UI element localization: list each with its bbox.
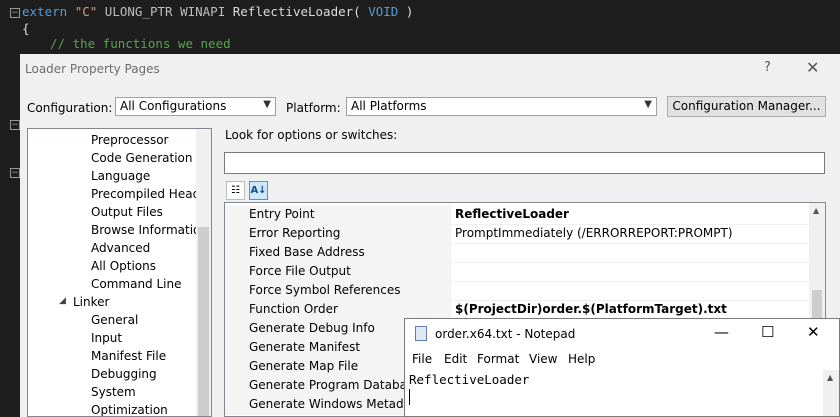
property-row-function-order[interactable]: Function Order $(ProjectDir)order.$(Plat… — [225, 300, 809, 320]
string-token: "C" — [74, 4, 98, 19]
property-name: Function Order — [249, 302, 338, 316]
sort-alphabetical-icon[interactable]: A↓ — [249, 181, 268, 200]
code-line-1: extern "C" ULONG_PTR WINAPI ReflectiveLo… — [22, 4, 413, 19]
tree-item-linker-input[interactable]: Input — [91, 331, 122, 345]
property-name: Generate Map File — [249, 359, 359, 373]
property-row-force-symbol-references[interactable]: Force Symbol References — [225, 281, 809, 301]
menu-format[interactable]: Format — [477, 352, 519, 366]
notepad-icon — [415, 326, 427, 341]
scroll-up-icon[interactable]: ▲ — [813, 206, 819, 215]
property-row-entry-point[interactable]: Entry Point ReflectiveLoader — [225, 205, 809, 225]
platform-label: Platform: — [286, 101, 341, 115]
tree-item-optimization[interactable]: Optimization — [91, 403, 168, 416]
fold-toggle-icon[interactable]: − — [10, 168, 20, 178]
type-token: ULONG_PTR — [104, 4, 173, 19]
property-value[interactable]: PromptImmediately (/ERRORREPORT:PROMPT) — [455, 224, 733, 243]
property-name: Generate Debug Info — [249, 321, 375, 335]
search-label: Look for options or switches: — [225, 128, 398, 142]
tree-item-preprocessor[interactable]: Preprocessor — [91, 133, 168, 147]
property-name-cell: Entry Point — [225, 205, 451, 224]
property-name-cell: Force File Output — [225, 262, 451, 281]
code-line-2: { — [22, 21, 30, 36]
menu-help[interactable]: Help — [568, 352, 595, 366]
configuration-manager-button[interactable]: Configuration Manager... — [667, 96, 826, 117]
close-icon[interactable]: ✕ — [807, 323, 820, 341]
menu-view[interactable]: View — [529, 352, 557, 366]
property-name: Fixed Base Address — [249, 245, 365, 259]
paren-token: ) — [405, 4, 414, 19]
grid-scrollbar-thumb[interactable] — [812, 290, 822, 321]
property-row-force-file-output[interactable]: Force File Output — [225, 262, 809, 282]
tree-item-all-options[interactable]: All Options — [91, 259, 156, 273]
tree-item-debugging[interactable]: Debugging — [91, 367, 157, 381]
property-name-cell: Force Symbol References — [225, 281, 451, 300]
tree-item-language[interactable]: Language — [91, 169, 150, 183]
property-name: Entry Point — [249, 207, 315, 221]
minimize-icon[interactable]: — — [714, 323, 729, 341]
code-editor[interactable]: extern "C" ULONG_PTR WINAPI ReflectiveLo… — [0, 0, 840, 60]
configuration-value: All Configurations — [120, 99, 227, 113]
property-tree[interactable]: Preprocessor Code Generation Language Pr… — [27, 128, 212, 417]
property-name-cell: Fixed Base Address — [225, 243, 451, 262]
tree-item-manifest-file[interactable]: Manifest File — [91, 349, 166, 363]
expand-arrow-icon[interactable]: ◢ — [59, 296, 66, 306]
dialog-title: Loader Property Pages — [25, 62, 160, 76]
fold-toggle-icon[interactable]: − — [10, 8, 20, 18]
text-caret — [409, 389, 410, 405]
notepad-title: order.x64.txt - Notepad — [435, 327, 576, 341]
tree-scrollbar-thumb[interactable] — [198, 227, 209, 416]
tree-scrollbar[interactable] — [196, 129, 211, 416]
notepad-text-area[interactable]: ReflectiveLoader — [409, 372, 529, 387]
tree-item-code-generation[interactable]: Code Generation — [91, 151, 192, 165]
keyword-token: extern — [22, 4, 68, 19]
platform-select[interactable]: All Platforms ▼ — [346, 97, 657, 116]
property-name: Generate Windows Metadata — [249, 397, 424, 411]
tree-item-command-line[interactable]: Command Line — [91, 277, 182, 291]
notepad-window[interactable]: order.x64.txt - Notepad — ☐ ✕ File Edit … — [404, 318, 840, 417]
property-name: Force File Output — [249, 264, 351, 278]
chevron-down-icon: ▼ — [263, 99, 271, 110]
help-icon[interactable]: ? — [764, 60, 771, 75]
search-input[interactable] — [224, 152, 825, 174]
property-name: Generate Manifest — [249, 340, 361, 354]
platform-value: All Platforms — [351, 99, 427, 113]
property-name-cell: Function Order — [225, 300, 451, 319]
keyword-token: VOID — [368, 4, 399, 19]
chevron-down-icon: ▼ — [644, 99, 652, 110]
scroll-up-icon[interactable]: ▲ — [827, 373, 833, 382]
property-row-fixed-base-address[interactable]: Fixed Base Address — [225, 243, 809, 263]
property-value[interactable]: ReflectiveLoader — [455, 205, 569, 224]
tree-item-browse-information[interactable]: Browse Information — [91, 223, 208, 237]
close-icon[interactable]: ✕ — [806, 58, 819, 77]
fold-toggle-icon[interactable]: − — [10, 120, 20, 130]
tree-item-linker-general[interactable]: General — [91, 313, 138, 327]
tree-item-system[interactable]: System — [91, 385, 136, 399]
function-token: ReflectiveLoader( — [232, 4, 361, 19]
tree-item-output-files[interactable]: Output Files — [91, 205, 163, 219]
tree-item-linker[interactable]: Linker — [73, 295, 109, 309]
configuration-label: Configuration: — [27, 101, 113, 115]
notepad-scrollbar[interactable]: ▲ — [823, 370, 839, 416]
tree-item-advanced[interactable]: Advanced — [91, 241, 150, 255]
property-name: Force Symbol References — [249, 283, 401, 297]
property-name: Error Reporting — [249, 226, 341, 240]
property-row-error-reporting[interactable]: Error Reporting PromptImmediately (/ERRO… — [225, 224, 809, 244]
categorized-view-icon[interactable]: ☷ — [226, 181, 245, 200]
code-line-3-comment: // the functions we need — [50, 36, 231, 51]
tree-item-precompiled-headers[interactable]: Precompiled Heade — [91, 187, 208, 201]
maximize-icon[interactable]: ☐ — [761, 323, 774, 341]
type-token: WINAPI — [180, 4, 226, 19]
property-value[interactable]: $(ProjectDir)order.$(PlatformTarget).txt — [455, 300, 727, 319]
property-name-cell: Error Reporting — [225, 224, 451, 243]
menu-file[interactable]: File — [412, 352, 432, 366]
configuration-select[interactable]: All Configurations ▼ — [115, 97, 276, 116]
menu-edit[interactable]: Edit — [444, 352, 467, 366]
